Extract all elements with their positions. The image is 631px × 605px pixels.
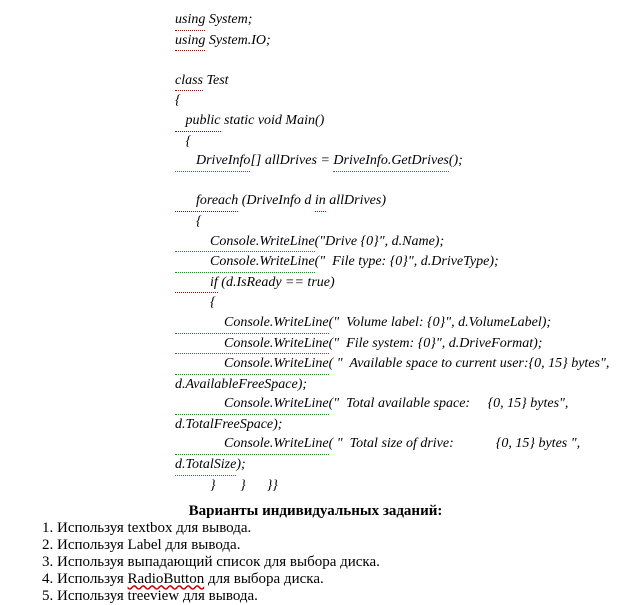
section-heading: Варианты индивидуальных заданий: <box>0 503 631 520</box>
code-block: using System; using System.IO; class Tes… <box>175 10 631 495</box>
code-line: d.AvailableFreeSpace); <box>175 375 631 395</box>
code-line: Console.WriteLine("Drive {0}", d.Name); <box>175 232 631 253</box>
code-line: Console.WriteLine(" Total available spac… <box>175 394 631 415</box>
code-line-empty <box>175 51 631 71</box>
spellcheck-underline: RadioButton <box>128 571 205 588</box>
code-underline: class <box>175 71 203 92</box>
task-list: 1. Используя textbox для вывода. 2. Испо… <box>42 520 631 605</box>
code-line: { <box>175 91 631 111</box>
list-item: 5. Используя treeview для вывода. <box>42 588 631 605</box>
code-line-empty <box>175 172 631 192</box>
code-line: { <box>175 212 631 232</box>
code-underline: d.TotalSize <box>175 455 236 476</box>
list-item: 4. Используя RadioButton для выбора диск… <box>42 571 631 588</box>
code-underline: Console.WriteLine <box>175 232 315 253</box>
code-line: d.TotalSize); <box>175 455 631 476</box>
code-underline: Console.WriteLine <box>175 354 329 375</box>
code-line: } } }} <box>175 476 631 496</box>
code-underline: Console.WriteLine <box>175 313 329 334</box>
code-underline: Console.WriteLine <box>175 434 329 455</box>
code-line: { <box>175 293 631 313</box>
list-item: 1. Используя textbox для вывода. <box>42 520 631 537</box>
code-underline: Console.WriteLine <box>175 252 315 273</box>
code-line: Console.WriteLine( " Available space to … <box>175 354 631 375</box>
code-line: Console.WriteLine( " Total size of drive… <box>175 434 631 455</box>
code-line: Console.WriteLine(" File system: {0}", d… <box>175 334 631 355</box>
code-underline: in <box>315 191 326 212</box>
code-line: Console.WriteLine(" File type: {0}", d.D… <box>175 252 631 273</box>
code-underline: Console.WriteLine <box>175 334 329 355</box>
code-line: if (d.IsReady == true) <box>175 273 631 294</box>
code-line: public static void Main() <box>175 111 631 132</box>
code-underline: using <box>175 31 205 52</box>
list-item: 3. Используя выпадающий список для выбор… <box>42 554 631 571</box>
code-line: Console.WriteLine(" Volume label: {0}", … <box>175 313 631 334</box>
code-line: foreach (DriveInfo d in allDrives) <box>175 191 631 212</box>
code-underline: Console.WriteLine <box>175 394 329 415</box>
code-line: using System; <box>175 10 631 31</box>
code-line: class Test <box>175 71 631 92</box>
code-underline: DriveInfo <box>175 151 250 172</box>
code-underline: public <box>175 111 221 132</box>
code-line: { <box>175 132 631 152</box>
code-line: using System.IO; <box>175 31 631 52</box>
code-underline: using <box>175 10 205 31</box>
code-underline: foreach <box>175 191 238 212</box>
code-underline: DriveInfo.GetDrives <box>333 151 448 172</box>
code-line: DriveInfo[] allDrives = DriveInfo.GetDri… <box>175 151 631 172</box>
code-underline: if <box>175 273 218 294</box>
code-line: d.TotalFreeSpace); <box>175 415 631 435</box>
list-item: 2. Используя Label для вывода. <box>42 537 631 554</box>
